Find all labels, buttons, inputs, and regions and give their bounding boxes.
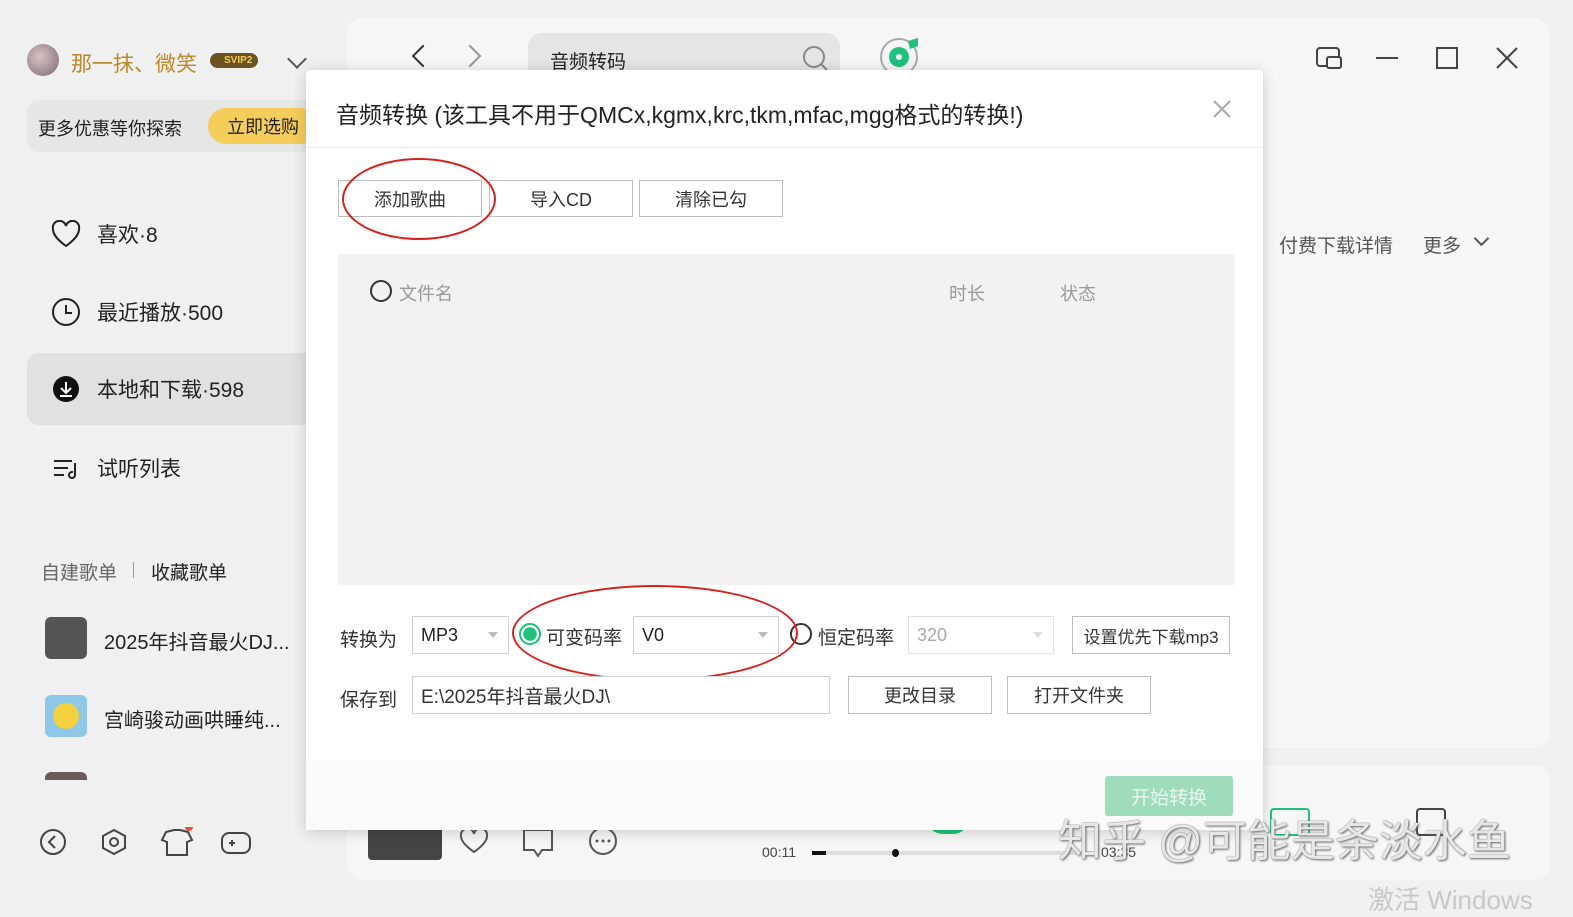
promo-text: 更多优惠等你探索 (38, 119, 182, 139)
progress-fill (812, 851, 826, 855)
bottom-toolbar (40, 827, 251, 856)
back-circle-icon[interactable] (40, 829, 66, 855)
tab-self-created[interactable]: 自建歌单 (41, 558, 117, 585)
sidebar-item-local-download[interactable]: 本地和下载·598 (27, 353, 317, 425)
heart-icon (51, 220, 81, 248)
annotation-circle (512, 585, 798, 681)
sidebar-item-label: 本地和下载·598 (97, 379, 245, 402)
skin-icon[interactable] (160, 827, 194, 856)
sidebar-item-label: 最近播放·500 (97, 302, 224, 325)
clock-icon (52, 298, 80, 326)
sidebar-item-label: 试听列表 (97, 458, 181, 481)
format-value: MP3 (421, 624, 459, 645)
sidebar-item-trial-list[interactable]: 试听列表 (27, 432, 317, 504)
album-cover[interactable] (368, 830, 442, 860)
save-path-input[interactable]: E:\2025年抖音最火DJ\ (412, 676, 830, 714)
comment-icon[interactable] (523, 829, 553, 858)
title-divider (306, 147, 1263, 148)
tab-divider (133, 562, 134, 578)
avatar[interactable] (27, 44, 59, 76)
download-icon (53, 376, 79, 402)
window-controls (1316, 47, 1518, 69)
format-select[interactable]: MP3 (412, 616, 509, 654)
chevron-down-icon[interactable] (287, 49, 307, 69)
paid-download-details-link[interactable]: 付费下载详情 (1279, 231, 1393, 258)
buy-now-button[interactable]: 立即选购 (208, 108, 318, 144)
select-all-checkbox[interactable] (370, 280, 392, 302)
maximize-icon[interactable] (1436, 47, 1458, 69)
sidebar-item-likes[interactable]: 喜欢·8 (27, 198, 317, 270)
cbr-select: 320 (908, 616, 1054, 654)
settings-icon[interactable] (102, 828, 126, 856)
search-icon[interactable] (802, 45, 830, 73)
import-cd-button[interactable]: 导入CD (489, 180, 633, 217)
column-status: 状态 (1060, 284, 1096, 304)
svip-badge: SVIP2 (210, 53, 259, 68)
progress-handle[interactable] (892, 849, 899, 857)
mini-mode-icon[interactable] (1316, 47, 1342, 69)
playlist-icon (54, 460, 77, 479)
more-dropdown[interactable]: 更多 (1423, 231, 1461, 258)
column-duration: 时长 (949, 284, 985, 304)
column-filename: 文件名 (399, 284, 453, 304)
clear-checked-button[interactable]: 清除已勾 (639, 180, 783, 217)
like-icon[interactable] (459, 827, 489, 854)
playlist-cover (45, 772, 87, 780)
cbr-label: 恒定码率 (818, 628, 895, 649)
open-folder-button[interactable]: 打开文件夹 (1007, 676, 1151, 714)
player-actions (459, 827, 617, 858)
annotation-circle (342, 158, 496, 240)
close-window-icon[interactable] (1496, 47, 1518, 69)
elapsed-time: 00:11 (762, 844, 796, 860)
watermark: 知乎 @可能是条淡水鱼 (1058, 817, 1511, 866)
set-priority-mp3-button[interactable]: 设置优先下载mp3 (1072, 616, 1230, 654)
playlist-item[interactable]: 宫崎骏动画哄睡纯... (104, 704, 281, 733)
dialog-title: 音频转换 (该工具不用于QMCx,kgmx,krc,tkm,mfac,mgg格式… (336, 102, 1024, 128)
playlist-cover (45, 617, 87, 659)
cbr-value: 320 (917, 624, 948, 645)
tab-collected[interactable]: 收藏歌单 (151, 558, 227, 585)
convert-to-label: 转换为 (340, 630, 398, 651)
user-name[interactable]: 那一抹、微笑 (71, 48, 197, 78)
save-to-label: 保存到 (340, 690, 398, 711)
windows-activation-text: 激活 Windows (1368, 885, 1533, 915)
more-icon[interactable] (589, 827, 617, 855)
playlist-cover (45, 695, 87, 737)
sidebar-item-label: 喜欢·8 (97, 224, 158, 247)
change-directory-button[interactable]: 更改目录 (848, 676, 992, 714)
audio-convert-dialog: 音频转换 (该工具不用于QMCx,kgmx,krc,tkm,mfac,mgg格式… (306, 70, 1263, 830)
playlist-item[interactable]: 2025年抖音最火DJ... (104, 626, 290, 655)
file-list[interactable] (338, 254, 1235, 585)
sidebar-item-recent[interactable]: 最近播放·500 (27, 276, 317, 348)
close-icon[interactable] (1212, 99, 1232, 119)
game-icon[interactable] (221, 832, 251, 854)
progress-track[interactable] (812, 851, 1092, 855)
